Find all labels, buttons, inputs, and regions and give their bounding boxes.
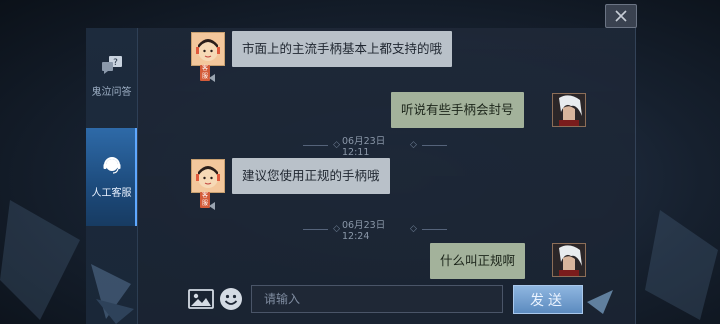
emoji-button[interactable] [219,287,243,315]
decorative-shard [587,290,613,314]
svg-text:?: ? [113,58,118,68]
message-input[interactable] [251,285,503,313]
send-label: 发送 [530,292,566,309]
close-button[interactable] [605,4,637,28]
message-text: 什么叫正规啊 [430,243,526,279]
timestamp: 06月23日 12:24 [342,219,386,242]
timestamp-separator: ◇ 06月23日 12:24 ◇ [300,220,450,242]
sidebar: ? 鬼泣问答 人工客服 [86,28,138,324]
question-bubble-icon: ? [101,56,123,77]
tail-icon [209,74,215,82]
timestamp: 06月23日 12:11 [342,135,386,158]
decorative-shard [91,264,134,324]
message-text: 建议您使用正规的手柄哦 [232,158,390,194]
headset-icon [102,155,122,178]
agent-avatar [191,32,225,66]
sidebar-item-faq[interactable]: ? 鬼泣问答 [86,28,137,126]
agent-avatar [191,159,225,193]
image-icon [188,289,214,314]
send-button[interactable]: 发送 [513,285,583,314]
user-avatar [552,93,586,127]
background-shard [0,200,80,320]
image-button[interactable] [188,288,214,314]
tail-icon [209,202,215,210]
message-text: 听说有些手柄会封号 [391,92,524,128]
emoji-icon [219,288,243,315]
sidebar-item-customer-service[interactable]: 人工客服 [86,128,137,226]
message-text: 市面上的主流手柄基本上都支持的哦 [232,31,453,67]
sidebar-item-label: 人工客服 [91,188,132,199]
timestamp-separator: ◇ 06月23日 12:11 ◇ [300,136,450,158]
close-icon [615,7,627,26]
sidebar-item-label: 鬼泣问答 [91,87,132,98]
user-avatar [552,243,586,277]
background-shard [645,210,718,320]
